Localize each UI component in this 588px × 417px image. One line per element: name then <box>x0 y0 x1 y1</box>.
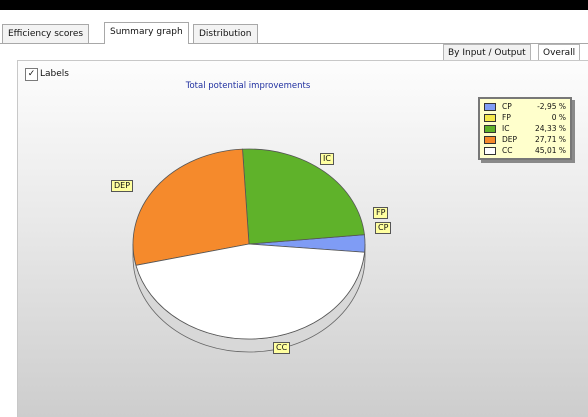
legend-swatch-cp <box>484 102 496 111</box>
legend-code: IC <box>502 124 510 133</box>
legend-code: CC <box>502 146 513 155</box>
legend-value: 0 % <box>551 113 566 122</box>
legend-swatch-fp <box>484 113 496 122</box>
legend-row-ic: IC 24,33 % <box>480 123 570 134</box>
legend-value: 27,71 % <box>535 135 566 144</box>
pie-slice-ic <box>242 148 365 245</box>
chart-panel: ✓ Labels Total potential improvements CP… <box>17 60 588 417</box>
legend-code: CP <box>502 102 512 111</box>
tab-distribution[interactable]: Distribution <box>193 24 258 43</box>
slice-label-ic: IC <box>320 153 334 165</box>
legend-row-dep: DEP 27,71 % <box>480 134 570 145</box>
legend-value: 45,01 % <box>535 146 566 155</box>
legend-value: -2,95 % <box>537 102 566 111</box>
legend-code: DEP <box>502 135 518 144</box>
legend-swatch-cc <box>484 146 496 155</box>
slice-label-cc: CC <box>273 342 291 354</box>
tab-efficiency-scores[interactable]: Efficiency scores <box>2 24 90 43</box>
window-top-border <box>0 0 588 10</box>
legend-row-fp: FP 0 % <box>480 112 570 123</box>
main-tab-strip: Efficiency scores Summary graph Distribu… <box>0 10 588 44</box>
legend-row-cp: CP -2,95 % <box>480 101 570 112</box>
slice-label-fp: FP <box>373 207 389 219</box>
legend-row-cc: CC 45,01 % <box>480 145 570 156</box>
legend-swatch-dep <box>484 135 496 144</box>
legend-code: FP <box>502 113 511 122</box>
legend-swatch-ic <box>484 124 496 133</box>
slice-label-cp: CP <box>375 222 392 234</box>
legend-value: 24,33 % <box>535 124 566 133</box>
slice-label-dep: DEP <box>111 180 134 192</box>
chart-legend: CP -2,95 % FP 0 % IC 24,33 % DEP 27,71 % CC 45,01… <box>478 97 572 160</box>
tab-summary-graph[interactable]: Summary graph <box>104 22 189 44</box>
